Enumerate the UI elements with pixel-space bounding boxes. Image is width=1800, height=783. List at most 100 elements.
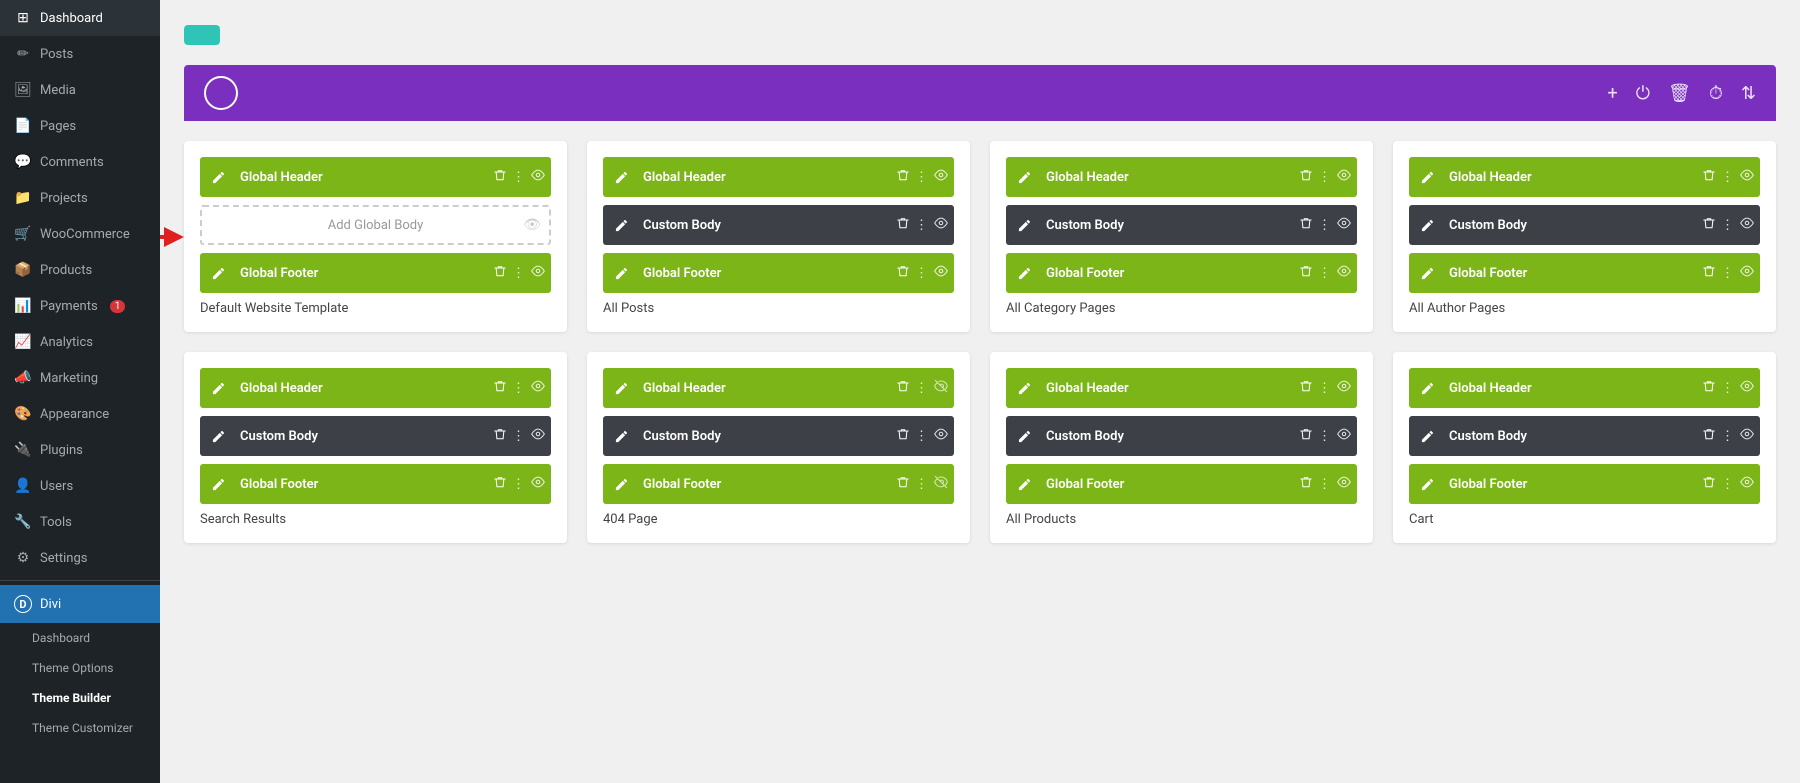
more-icon[interactable]: ⋮	[915, 218, 928, 233]
edit-icon[interactable]	[603, 382, 639, 395]
eye-icon[interactable]	[1337, 264, 1351, 282]
trash-icon[interactable]	[897, 265, 909, 281]
sidebar-item-divi[interactable]: DDivi	[0, 585, 160, 623]
more-icon[interactable]: ⋮	[512, 170, 525, 185]
edit-icon[interactable]	[1409, 478, 1445, 491]
more-icon[interactable]: ⋮	[1318, 429, 1331, 444]
eye-icon[interactable]	[531, 427, 545, 445]
more-icon[interactable]: ⋮	[915, 266, 928, 281]
trash-icon[interactable]	[494, 380, 506, 396]
eye-icon[interactable]	[1337, 475, 1351, 493]
eye-icon[interactable]	[1740, 264, 1754, 282]
more-icon[interactable]: ⋮	[512, 381, 525, 396]
eye-icon[interactable]	[1740, 216, 1754, 234]
edit-icon[interactable]	[1409, 267, 1445, 280]
sidebar-item-analytics[interactable]: 📈Analytics	[0, 324, 160, 360]
trash-icon[interactable]	[1703, 169, 1715, 185]
more-icon[interactable]: ⋮	[1721, 170, 1734, 185]
eye-icon[interactable]	[1337, 168, 1351, 186]
more-icon[interactable]: ⋮	[915, 170, 928, 185]
sidebar-sub-divi-dashboard[interactable]: Dashboard	[0, 623, 160, 653]
more-icon[interactable]: ⋮	[1721, 266, 1734, 281]
sidebar-item-tools[interactable]: 🔧Tools	[0, 504, 160, 540]
more-icon[interactable]: ⋮	[1318, 266, 1331, 281]
trash-icon[interactable]	[1703, 380, 1715, 396]
power-icon[interactable]: ⏻	[1636, 83, 1650, 104]
trash-icon[interactable]	[1300, 476, 1312, 492]
edit-icon[interactable]	[1409, 171, 1445, 184]
more-icon[interactable]: ⋮	[915, 429, 928, 444]
sort-icon[interactable]: ⇅	[1741, 83, 1756, 104]
more-icon[interactable]: ⋮	[512, 477, 525, 492]
eye-icon[interactable]	[1740, 379, 1754, 397]
sidebar-item-products[interactable]: 📦Products	[0, 252, 160, 288]
delete-icon[interactable]: 🗑	[1668, 83, 1691, 104]
eye-icon[interactable]	[934, 475, 948, 493]
sidebar-item-settings[interactable]: ⚙Settings	[0, 540, 160, 576]
sidebar-item-media[interactable]: 🖼Media	[0, 72, 160, 108]
eye-icon[interactable]	[531, 168, 545, 186]
edit-icon[interactable]	[1006, 478, 1042, 491]
sidebar-sub-theme-customizer[interactable]: Theme Customizer	[0, 713, 160, 743]
trash-icon[interactable]	[494, 265, 506, 281]
more-icon[interactable]: ⋮	[915, 477, 928, 492]
trash-icon[interactable]	[1703, 428, 1715, 444]
sidebar-item-payments[interactable]: 📊Payments1	[0, 288, 160, 324]
trash-icon[interactable]	[1300, 169, 1312, 185]
more-icon[interactable]: ⋮	[512, 266, 525, 281]
eye-icon[interactable]	[1337, 427, 1351, 445]
trash-icon[interactable]	[897, 380, 909, 396]
edit-icon[interactable]	[1409, 382, 1445, 395]
edit-icon[interactable]	[1006, 430, 1042, 443]
trash-icon[interactable]	[1300, 428, 1312, 444]
edit-icon[interactable]	[200, 267, 236, 280]
sidebar-item-projects[interactable]: 📁Projects	[0, 180, 160, 216]
edit-icon[interactable]	[200, 430, 236, 443]
trash-icon[interactable]	[1300, 380, 1312, 396]
eye-icon[interactable]	[1740, 427, 1754, 445]
eye-icon[interactable]	[531, 379, 545, 397]
trash-icon[interactable]	[1703, 476, 1715, 492]
eye-icon[interactable]	[1740, 475, 1754, 493]
trash-icon[interactable]	[1300, 217, 1312, 233]
edit-icon[interactable]	[603, 478, 639, 491]
sidebar-item-appearance[interactable]: 🎨Appearance	[0, 396, 160, 432]
eye-icon[interactable]	[934, 379, 948, 397]
edit-icon[interactable]	[200, 478, 236, 491]
eye-icon[interactable]: 👁	[523, 217, 541, 233]
trash-icon[interactable]	[1703, 265, 1715, 281]
sidebar-item-woocommerce[interactable]: 🛒WooCommerce	[0, 216, 160, 252]
edit-icon[interactable]	[1006, 219, 1042, 232]
edit-icon[interactable]	[200, 171, 236, 184]
edit-icon[interactable]	[1006, 382, 1042, 395]
more-icon[interactable]: ⋮	[1318, 381, 1331, 396]
eye-icon[interactable]	[934, 216, 948, 234]
trash-icon[interactable]	[494, 476, 506, 492]
more-icon[interactable]: ⋮	[512, 429, 525, 444]
trash-icon[interactable]	[897, 169, 909, 185]
edit-icon[interactable]	[1409, 430, 1445, 443]
more-icon[interactable]: ⋮	[1318, 477, 1331, 492]
edit-icon[interactable]	[1006, 267, 1042, 280]
more-icon[interactable]: ⋮	[1318, 218, 1331, 233]
more-icon[interactable]: ⋮	[1721, 218, 1734, 233]
more-icon[interactable]: ⋮	[1721, 477, 1734, 492]
eye-icon[interactable]	[1337, 216, 1351, 234]
sidebar-sub-theme-builder[interactable]: Theme Builder	[0, 683, 160, 713]
sidebar-item-marketing[interactable]: 📣Marketing	[0, 360, 160, 396]
edit-icon[interactable]	[603, 430, 639, 443]
edit-icon[interactable]	[603, 219, 639, 232]
eye-icon[interactable]	[531, 475, 545, 493]
eye-icon[interactable]	[934, 427, 948, 445]
trash-icon[interactable]	[1300, 265, 1312, 281]
sidebar-item-pages[interactable]: 📄Pages	[0, 108, 160, 144]
sidebar-item-plugins[interactable]: 🔌Plugins	[0, 432, 160, 468]
sidebar-item-dashboard[interactable]: ⊞Dashboard	[0, 0, 160, 36]
edit-icon[interactable]	[603, 171, 639, 184]
trash-icon[interactable]	[1703, 217, 1715, 233]
trash-icon[interactable]	[494, 428, 506, 444]
save-button[interactable]	[184, 25, 220, 45]
eye-icon[interactable]	[934, 264, 948, 282]
trash-icon[interactable]	[897, 476, 909, 492]
more-icon[interactable]: ⋮	[1721, 429, 1734, 444]
